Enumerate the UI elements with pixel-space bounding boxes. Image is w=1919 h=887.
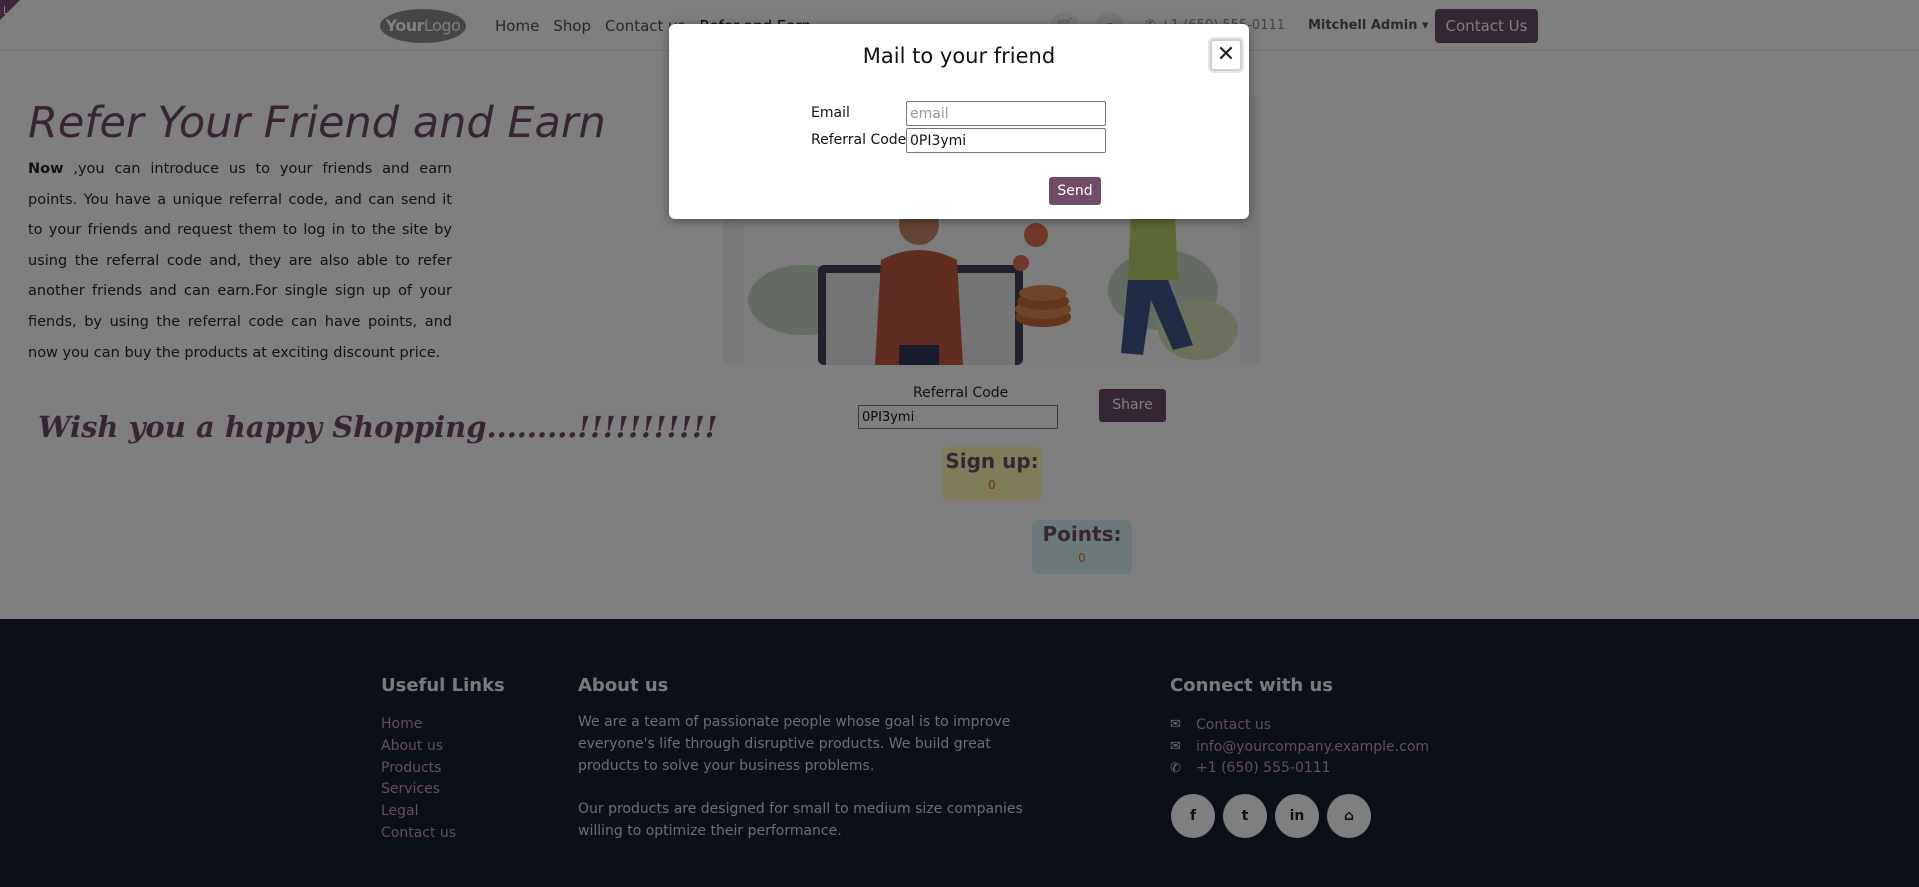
email-field[interactable] [906, 101, 1106, 126]
email-label: Email [811, 105, 850, 121]
close-icon[interactable]: ✕ [1210, 39, 1242, 71]
modal-title: Mail to your friend [862, 44, 1056, 68]
send-button[interactable]: Send [1049, 177, 1101, 205]
referral-code-modal-label: Referral Code [811, 132, 907, 148]
referral-code-modal-field[interactable] [906, 128, 1106, 153]
mail-friend-modal: Mail to your friend ✕ Email Referral Cod… [669, 24, 1249, 219]
